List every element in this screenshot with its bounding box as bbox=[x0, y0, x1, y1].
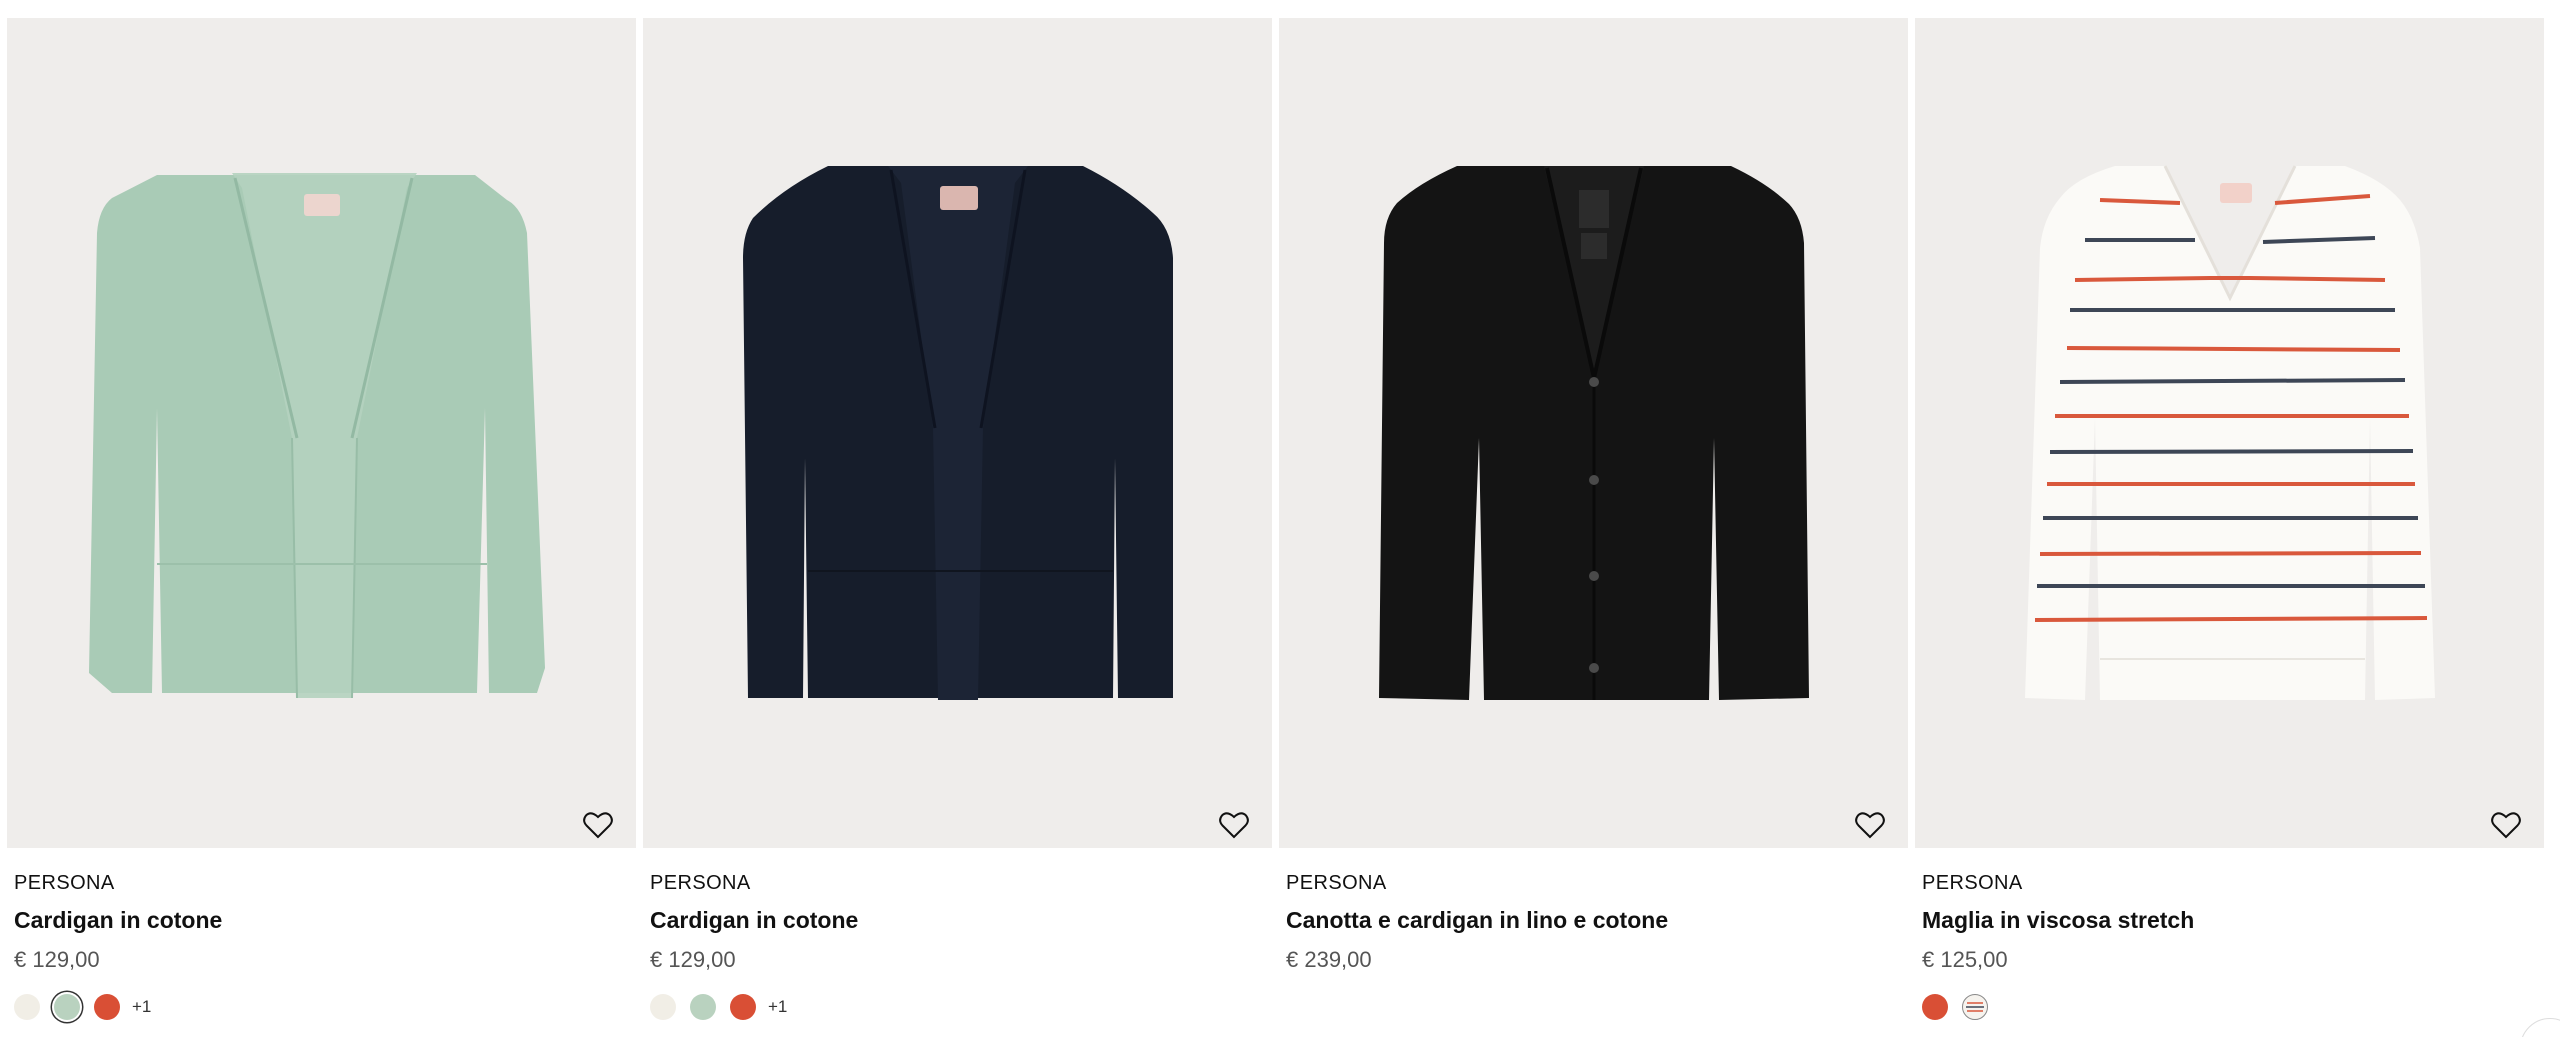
swatch-cream[interactable] bbox=[650, 994, 676, 1020]
color-swatches: +1 bbox=[14, 993, 151, 1021]
product-title[interactable]: Cardigan in cotone bbox=[14, 907, 222, 934]
striped-sweater-image bbox=[2025, 165, 2435, 700]
heart-outline-icon bbox=[2491, 812, 2521, 839]
product-brand: PERSONA bbox=[1286, 872, 1387, 894]
product-card[interactable]: PERSONA Cardigan in cotone € 129,00 +1 bbox=[643, 0, 1272, 1037]
color-swatches bbox=[1922, 993, 2002, 1021]
navy-cardigan-image bbox=[743, 166, 1173, 700]
swatch-red[interactable] bbox=[94, 994, 120, 1020]
favorite-button[interactable] bbox=[1852, 807, 1888, 843]
product-price: € 129,00 bbox=[650, 947, 736, 972]
favorite-button[interactable] bbox=[1216, 807, 1252, 843]
product-card[interactable]: PERSONA Cardigan in cotone € 129,00 +1 bbox=[7, 0, 636, 1037]
swatch-striped[interactable] bbox=[1962, 994, 1988, 1020]
swatch-cream[interactable] bbox=[14, 994, 40, 1020]
color-swatches: +1 bbox=[650, 993, 787, 1021]
product-price: € 129,00 bbox=[14, 947, 100, 972]
product-price: € 125,00 bbox=[1922, 947, 2008, 972]
heart-outline-icon bbox=[1855, 812, 1885, 839]
product-image[interactable] bbox=[1915, 18, 2544, 848]
product-title[interactable]: Maglia in viscosa stretch bbox=[1922, 907, 2194, 934]
more-colors-count[interactable]: +1 bbox=[768, 997, 787, 1017]
product-image[interactable] bbox=[7, 18, 636, 848]
black-cardigan-image bbox=[1379, 166, 1809, 700]
swatch-sage[interactable] bbox=[54, 994, 80, 1020]
product-grid: PERSONA Cardigan in cotone € 129,00 +1 P… bbox=[0, 0, 2560, 1037]
product-image[interactable] bbox=[643, 18, 1272, 848]
product-image[interactable] bbox=[1279, 18, 1908, 848]
product-title[interactable]: Canotta e cardigan in lino e cotone bbox=[1286, 907, 1668, 934]
product-price: € 239,00 bbox=[1286, 947, 1372, 972]
product-title[interactable]: Cardigan in cotone bbox=[650, 907, 858, 934]
striped-pattern-icon bbox=[1966, 1002, 1984, 1012]
swatch-sage[interactable] bbox=[690, 994, 716, 1020]
heart-outline-icon bbox=[1219, 812, 1249, 839]
product-card[interactable]: PERSONA Canotta e cardigan in lino e cot… bbox=[1279, 0, 1908, 1037]
green-cardigan-image bbox=[89, 173, 545, 699]
favorite-button[interactable] bbox=[2488, 807, 2524, 843]
swatch-red[interactable] bbox=[1922, 994, 1948, 1020]
swatch-red[interactable] bbox=[730, 994, 756, 1020]
heart-outline-icon bbox=[583, 812, 613, 839]
product-brand: PERSONA bbox=[14, 872, 115, 894]
product-card[interactable]: PERSONA Maglia in viscosa stretch € 125,… bbox=[1915, 0, 2544, 1037]
more-colors-count[interactable]: +1 bbox=[132, 997, 151, 1017]
product-brand: PERSONA bbox=[1922, 872, 2023, 894]
favorite-button[interactable] bbox=[580, 807, 616, 843]
product-brand: PERSONA bbox=[650, 872, 751, 894]
